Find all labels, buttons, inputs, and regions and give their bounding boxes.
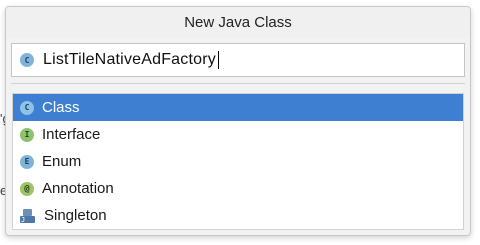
kind-label: Class — [42, 99, 80, 116]
screen: 'g el New Java Class C ListTileNativeAdF… — [0, 0, 480, 245]
kind-item-singleton[interactable]: J Singleton — [13, 202, 463, 229]
interface-icon: I — [20, 127, 34, 142]
new-java-class-dialog: New Java Class C ListTileNativeAdFactory… — [5, 6, 471, 236]
kind-label: Annotation — [42, 180, 114, 197]
class-name-field[interactable]: C ListTileNativeAdFactory — [11, 43, 465, 77]
kind-item-annotation[interactable]: @ Annotation — [13, 175, 463, 202]
kind-label: Singleton — [44, 207, 107, 224]
singleton-icon: J — [20, 208, 36, 224]
class-kind-list[interactable]: C Class I Interface E Enum @ Annotation … — [12, 93, 464, 230]
class-icon: C — [20, 53, 34, 67]
kind-label: Interface — [42, 126, 101, 143]
annotation-icon: @ — [20, 181, 34, 196]
class-name-value: ListTileNativeAdFactory — [43, 51, 216, 69]
enum-icon: E — [20, 154, 34, 169]
text-caret — [217, 50, 219, 69]
kind-label: Enum — [42, 153, 82, 170]
class-icon: C — [20, 100, 34, 115]
kind-item-class[interactable]: C Class — [13, 94, 463, 121]
dialog-title: New Java Class — [6, 7, 470, 38]
class-name-input[interactable]: ListTileNativeAdFactory — [43, 50, 219, 69]
kind-item-enum[interactable]: E Enum — [13, 148, 463, 175]
kind-item-interface[interactable]: I Interface — [13, 121, 463, 148]
